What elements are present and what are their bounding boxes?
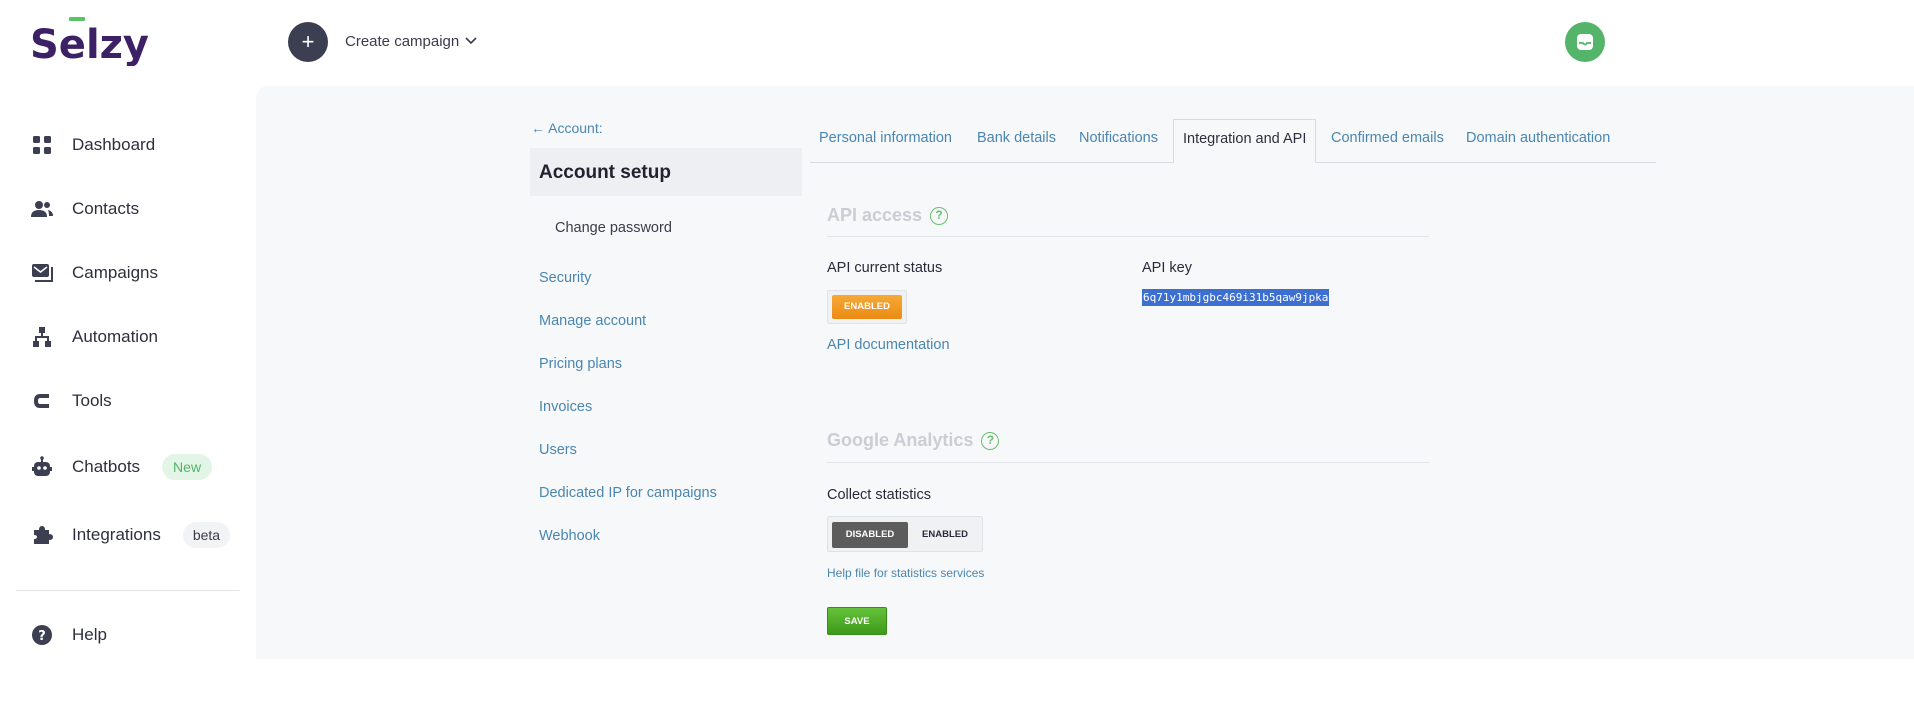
sidebar-divider — [16, 590, 239, 591]
user-avatar[interactable] — [1565, 22, 1605, 62]
sidebar-item-label: Chatbots — [72, 457, 141, 476]
inbox-icon — [1577, 34, 1593, 50]
api-access-title: API access — [827, 205, 923, 225]
puzzle-icon — [34, 526, 53, 544]
sidebar-item-dashboard[interactable]: Dashboard — [30, 125, 155, 165]
ga-section-divider — [827, 462, 1429, 463]
manage-account-link[interactable]: Manage account — [539, 313, 646, 329]
sidebar-item-label: Integrations — [72, 525, 161, 544]
api-key-label: API key — [1142, 260, 1192, 276]
change-password-link[interactable]: Change password — [555, 220, 672, 236]
question-icon[interactable]: ? — [981, 431, 1000, 450]
tab-bank-details[interactable]: Bank details — [977, 130, 1056, 146]
sidebar-item-label: Contacts — [72, 199, 140, 218]
google-analytics-title: Google Analytics — [827, 430, 974, 450]
api-section-divider — [827, 236, 1429, 237]
pricing-plans-link[interactable]: Pricing plans — [539, 356, 622, 372]
enabled-option[interactable]: ENABLED — [912, 522, 978, 548]
sidebar-item-label: Campaigns — [72, 263, 158, 282]
main-panel — [256, 86, 1914, 659]
sidebar-item-automation[interactable]: Automation — [30, 317, 158, 357]
api-enabled-button[interactable]: ENABLED — [832, 295, 902, 319]
tab-notifications[interactable]: Notifications — [1079, 130, 1158, 146]
api-status-label: API current status — [827, 260, 943, 276]
api-key-value[interactable]: 6q71y1mbjgbc469i31b5qaw9jpka — [1142, 289, 1330, 306]
disabled-option[interactable]: DISABLED — [832, 522, 908, 548]
sidebar-item-campaigns[interactable]: Campaigns — [30, 253, 158, 293]
sidebar-item-integrations[interactable]: Integrations beta — [30, 515, 231, 555]
svg-text:Selzy: Selzy — [30, 22, 149, 66]
new-badge: New — [162, 454, 213, 480]
collect-statistics-label: Collect statistics — [827, 487, 931, 503]
dedicated-ip-link[interactable]: Dedicated IP for campaigns — [539, 485, 717, 501]
tab-personal-information[interactable]: Personal information — [819, 130, 952, 146]
sidebar-item-label: Help — [72, 625, 107, 644]
tab-confirmed-emails[interactable]: Confirmed emails — [1331, 130, 1444, 146]
tab-domain-authentication[interactable]: Domain authentication — [1466, 130, 1610, 146]
api-access-heading: API access ? — [827, 205, 949, 226]
dashboard-icon — [33, 136, 51, 154]
account-setup-title: Account setup — [530, 148, 802, 196]
contacts-icon — [31, 201, 53, 217]
security-link[interactable]: Security — [539, 270, 591, 286]
collect-statistics-toggle[interactable]: DISABLED ENABLED — [827, 516, 983, 552]
back-to-account-link[interactable]: ← Account: — [531, 120, 603, 136]
beta-badge: beta — [182, 522, 231, 548]
sidebar-item-chatbots[interactable]: Chatbots New — [30, 447, 213, 487]
chatbot-icon — [32, 456, 52, 476]
chevron-down-icon[interactable] — [464, 34, 478, 48]
sidebar-item-help[interactable]: ? Help — [30, 615, 107, 655]
tab-integration-and-api[interactable]: Integration and API — [1173, 119, 1317, 163]
api-documentation-link[interactable]: API documentation — [827, 337, 950, 353]
automation-icon — [33, 327, 51, 347]
google-analytics-heading: Google Analytics ? — [827, 430, 1000, 451]
question-icon[interactable]: ? — [930, 206, 949, 225]
sidebar-item-label: Automation — [72, 327, 158, 346]
webhook-link[interactable]: Webhook — [539, 528, 600, 544]
sidebar-item-label: Dashboard — [72, 135, 156, 154]
users-link[interactable]: Users — [539, 442, 577, 458]
invoices-link[interactable]: Invoices — [539, 399, 592, 415]
api-status-toggle[interactable]: ENABLED — [827, 290, 907, 324]
create-campaign-label[interactable]: Create campaign — [345, 33, 459, 50]
sidebar-item-label: Tools — [72, 391, 112, 410]
help-icon: ? — [32, 625, 52, 645]
sidebar-item-tools[interactable]: Tools — [30, 381, 112, 421]
selzy-logo[interactable]: Selzy — [30, 14, 160, 66]
tools-icon — [34, 394, 49, 408]
create-campaign-button[interactable]: + — [288, 22, 328, 62]
save-button[interactable]: SAVE — [827, 607, 887, 635]
statistics-help-link[interactable]: Help file for statistics services — [827, 566, 984, 580]
campaigns-icon — [32, 264, 53, 282]
svg-text:?: ? — [38, 629, 46, 644]
sidebar-item-contacts[interactable]: Contacts — [30, 189, 139, 229]
